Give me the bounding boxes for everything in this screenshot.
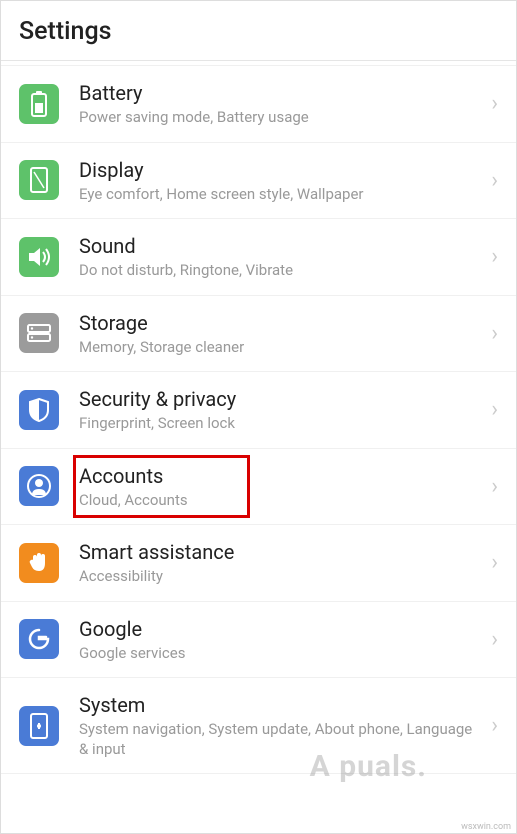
display-icon [19, 160, 59, 200]
storage-icon [19, 313, 59, 353]
settings-item-security[interactable]: Security & privacy Fingerprint, Screen l… [1, 372, 516, 449]
settings-item-sound[interactable]: Sound Do not disturb, Ringtone, Vibrate … [1, 219, 516, 296]
accounts-icon [19, 466, 59, 506]
shield-icon [19, 390, 59, 430]
chevron-right-icon: › [491, 397, 498, 422]
item-title: Security & privacy [79, 386, 481, 412]
header: Settings [1, 1, 516, 61]
item-text: Display Eye comfort, Home screen style, … [79, 157, 481, 205]
item-title: Accounts [79, 463, 481, 489]
item-text: Smart assistance Accessibility [79, 539, 481, 587]
sound-icon [19, 237, 59, 277]
item-text: Battery Power saving mode, Battery usage [79, 80, 481, 128]
item-text: Security & privacy Fingerprint, Screen l… [79, 386, 481, 434]
item-subtitle: Do not disturb, Ringtone, Vibrate [79, 261, 481, 281]
settings-item-google[interactable]: Google Google services › [1, 602, 516, 679]
battery-icon [19, 84, 59, 124]
chevron-right-icon: › [491, 168, 498, 193]
item-subtitle: Cloud, Accounts [79, 491, 481, 511]
chevron-right-icon: › [491, 713, 498, 738]
chevron-right-icon: › [491, 244, 498, 269]
item-subtitle: Power saving mode, Battery usage [79, 108, 481, 128]
item-text: System System navigation, System update,… [79, 692, 481, 759]
settings-item-storage[interactable]: Storage Memory, Storage cleaner › [1, 296, 516, 373]
item-title: Battery [79, 80, 481, 106]
item-subtitle: Eye comfort, Home screen style, Wallpape… [79, 185, 481, 205]
item-subtitle: Google services [79, 644, 481, 664]
settings-item-accounts[interactable]: Accounts Cloud, Accounts › [1, 449, 516, 526]
item-title: Storage [79, 310, 481, 336]
item-subtitle: Fingerprint, Screen lock [79, 414, 481, 434]
settings-item-battery[interactable]: Battery Power saving mode, Battery usage… [1, 65, 516, 143]
item-title: Google [79, 616, 481, 642]
chevron-right-icon: › [491, 321, 498, 346]
item-subtitle: Memory, Storage cleaner [79, 338, 481, 358]
settings-item-system[interactable]: System System navigation, System update,… [1, 678, 516, 774]
item-subtitle: Accessibility [79, 567, 481, 587]
system-icon [19, 706, 59, 746]
settings-list: Battery Power saving mode, Battery usage… [1, 61, 516, 833]
settings-screen: Settings Battery Power saving mode, Batt… [0, 0, 517, 834]
chevron-right-icon: › [491, 91, 498, 116]
item-text: Accounts Cloud, Accounts [79, 463, 481, 511]
item-title: Display [79, 157, 481, 183]
google-icon [19, 619, 59, 659]
item-title: Sound [79, 233, 481, 259]
item-title: Smart assistance [79, 539, 481, 565]
item-subtitle: System navigation, System update, About … [79, 720, 481, 759]
item-text: Storage Memory, Storage cleaner [79, 310, 481, 358]
item-title: System [79, 692, 481, 718]
item-text: Google Google services [79, 616, 481, 664]
chevron-right-icon: › [491, 550, 498, 575]
settings-item-display[interactable]: Display Eye comfort, Home screen style, … [1, 143, 516, 220]
chevron-right-icon: › [491, 627, 498, 652]
item-text: Sound Do not disturb, Ringtone, Vibrate [79, 233, 481, 281]
settings-item-smart-assistance[interactable]: Smart assistance Accessibility › [1, 525, 516, 602]
page-title: Settings [19, 17, 498, 46]
hand-icon [19, 543, 59, 583]
chevron-right-icon: › [491, 474, 498, 499]
